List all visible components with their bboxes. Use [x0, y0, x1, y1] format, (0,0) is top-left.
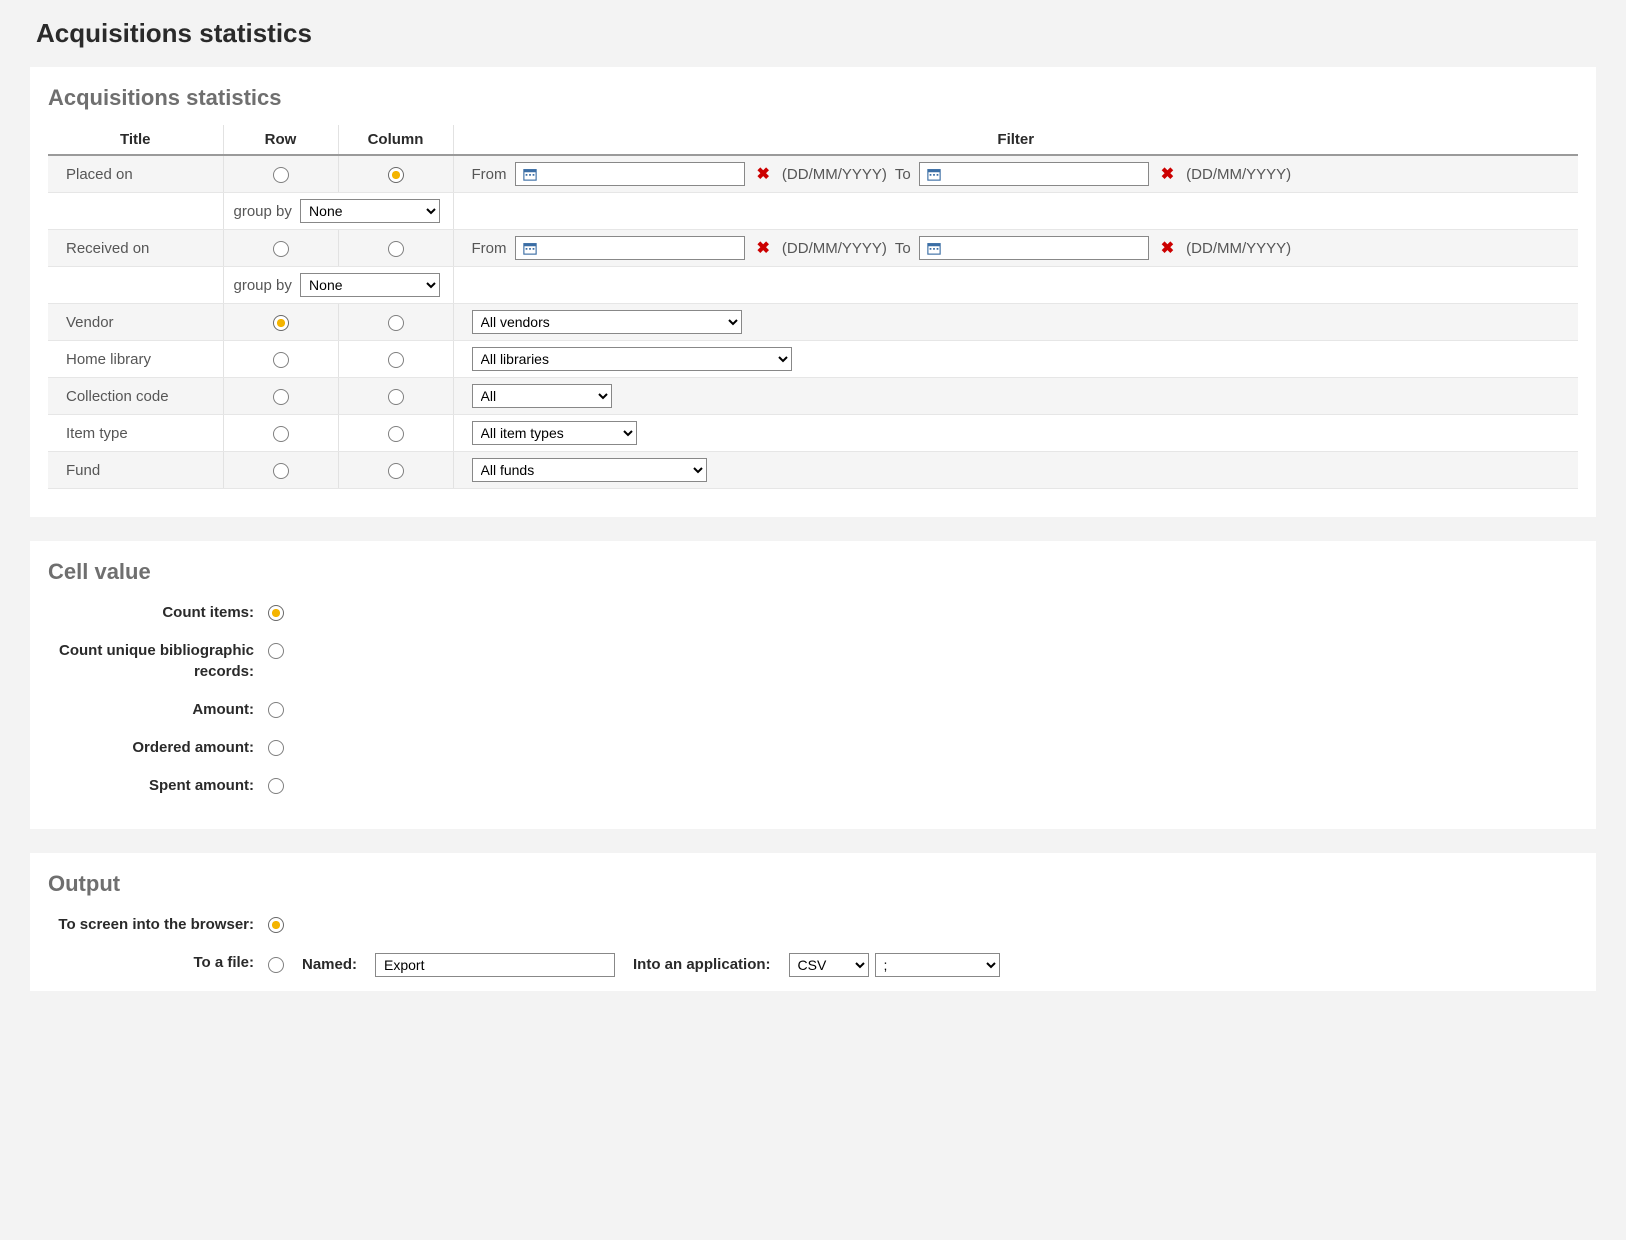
fund-select[interactable]: All funds: [472, 458, 707, 482]
cell-value-title: Cell value: [48, 559, 1578, 585]
label-count-unique: Count unique bibliographic records:: [48, 641, 268, 682]
row-label-placed-on: Placed on: [48, 155, 223, 193]
statistics-section-title: Acquisitions statistics: [48, 85, 1578, 111]
column-radio-home-library[interactable]: [388, 352, 404, 368]
label-to-screen: To screen into the browser:: [48, 915, 268, 935]
cell-value-panel: Cell value Count items: Count unique bib…: [30, 541, 1596, 829]
th-column: Column: [338, 125, 453, 155]
row-label-home-library: Home library: [48, 341, 223, 378]
row-label-received-on: Received on: [48, 230, 223, 267]
collection-code-select[interactable]: All: [472, 384, 612, 408]
column-radio-collection-code[interactable]: [388, 389, 404, 405]
from-label: From: [472, 240, 507, 257]
radio-count-items[interactable]: [268, 605, 284, 621]
placed-on-group-by-select[interactable]: None: [300, 199, 440, 223]
row-radio-placed-on[interactable]: [273, 167, 289, 183]
row-label-fund: Fund: [48, 452, 223, 489]
statistics-panel: Acquisitions statistics Title Row Column…: [30, 67, 1596, 517]
column-radio-received-on[interactable]: [388, 241, 404, 257]
row-label-vendor: Vendor: [48, 304, 223, 341]
row-radio-received-on[interactable]: [273, 241, 289, 257]
radio-to-screen[interactable]: [268, 917, 284, 933]
page-title: Acquisitions statistics: [36, 18, 1626, 49]
named-input[interactable]: [375, 953, 615, 977]
received-on-from-input[interactable]: [515, 236, 745, 260]
calendar-icon[interactable]: [520, 164, 540, 184]
label-spent-amount: Spent amount:: [48, 776, 268, 796]
column-radio-vendor[interactable]: [388, 315, 404, 331]
to-label: To: [895, 166, 911, 183]
item-type-select[interactable]: All item types: [472, 421, 637, 445]
received-on-from-field[interactable]: [544, 237, 744, 259]
placed-on-to-input[interactable]: [919, 162, 1149, 186]
group-by-label: group by: [234, 203, 292, 220]
column-radio-fund[interactable]: [388, 463, 404, 479]
output-panel: Output To screen into the browser: To a …: [30, 853, 1596, 991]
label-to-file: To a file:: [48, 953, 268, 973]
date-format-hint: (DD/MM/YYYY): [1186, 240, 1291, 257]
th-filter: Filter: [453, 125, 1578, 155]
received-on-group-by-select[interactable]: None: [300, 273, 440, 297]
application-delimiter-select[interactable]: ;: [875, 953, 1000, 977]
label-ordered-amount: Ordered amount:: [48, 738, 268, 758]
close-icon[interactable]: ✖: [753, 164, 774, 184]
received-on-to-input[interactable]: [919, 236, 1149, 260]
radio-to-file[interactable]: [268, 957, 284, 973]
date-format-hint: (DD/MM/YYYY): [1186, 166, 1291, 183]
group-by-label: group by: [234, 277, 292, 294]
close-icon[interactable]: ✖: [1157, 164, 1178, 184]
statistics-table: Title Row Column Filter Placed on From: [48, 125, 1578, 489]
output-title: Output: [48, 871, 1578, 897]
th-row: Row: [223, 125, 338, 155]
placed-on-to-field[interactable]: [948, 163, 1148, 185]
label-into-application: Into an application:: [633, 956, 771, 973]
date-format-hint: (DD/MM/YYYY): [782, 166, 887, 183]
vendor-select[interactable]: All vendors: [472, 310, 742, 334]
application-format-select[interactable]: CSV: [789, 953, 869, 977]
radio-ordered-amount[interactable]: [268, 740, 284, 756]
label-amount: Amount:: [48, 700, 268, 720]
row-radio-home-library[interactable]: [273, 352, 289, 368]
calendar-icon[interactable]: [924, 238, 944, 258]
label-named: Named:: [302, 956, 357, 973]
to-label: To: [895, 240, 911, 257]
placed-on-from-field[interactable]: [544, 163, 744, 185]
label-count-items: Count items:: [48, 603, 268, 623]
th-title: Title: [48, 125, 223, 155]
from-label: From: [472, 166, 507, 183]
column-radio-placed-on[interactable]: [388, 167, 404, 183]
received-on-to-field[interactable]: [948, 237, 1148, 259]
row-label-item-type: Item type: [48, 415, 223, 452]
row-radio-collection-code[interactable]: [273, 389, 289, 405]
close-icon[interactable]: ✖: [1157, 238, 1178, 258]
row-radio-item-type[interactable]: [273, 426, 289, 442]
calendar-icon[interactable]: [520, 238, 540, 258]
radio-spent-amount[interactable]: [268, 778, 284, 794]
column-radio-item-type[interactable]: [388, 426, 404, 442]
date-format-hint: (DD/MM/YYYY): [782, 240, 887, 257]
calendar-icon[interactable]: [924, 164, 944, 184]
home-library-select[interactable]: All libraries: [472, 347, 792, 371]
row-radio-vendor[interactable]: [273, 315, 289, 331]
row-label-collection-code: Collection code: [48, 378, 223, 415]
close-icon[interactable]: ✖: [753, 238, 774, 258]
radio-count-unique[interactable]: [268, 643, 284, 659]
placed-on-from-input[interactable]: [515, 162, 745, 186]
radio-amount[interactable]: [268, 702, 284, 718]
row-radio-fund[interactable]: [273, 463, 289, 479]
